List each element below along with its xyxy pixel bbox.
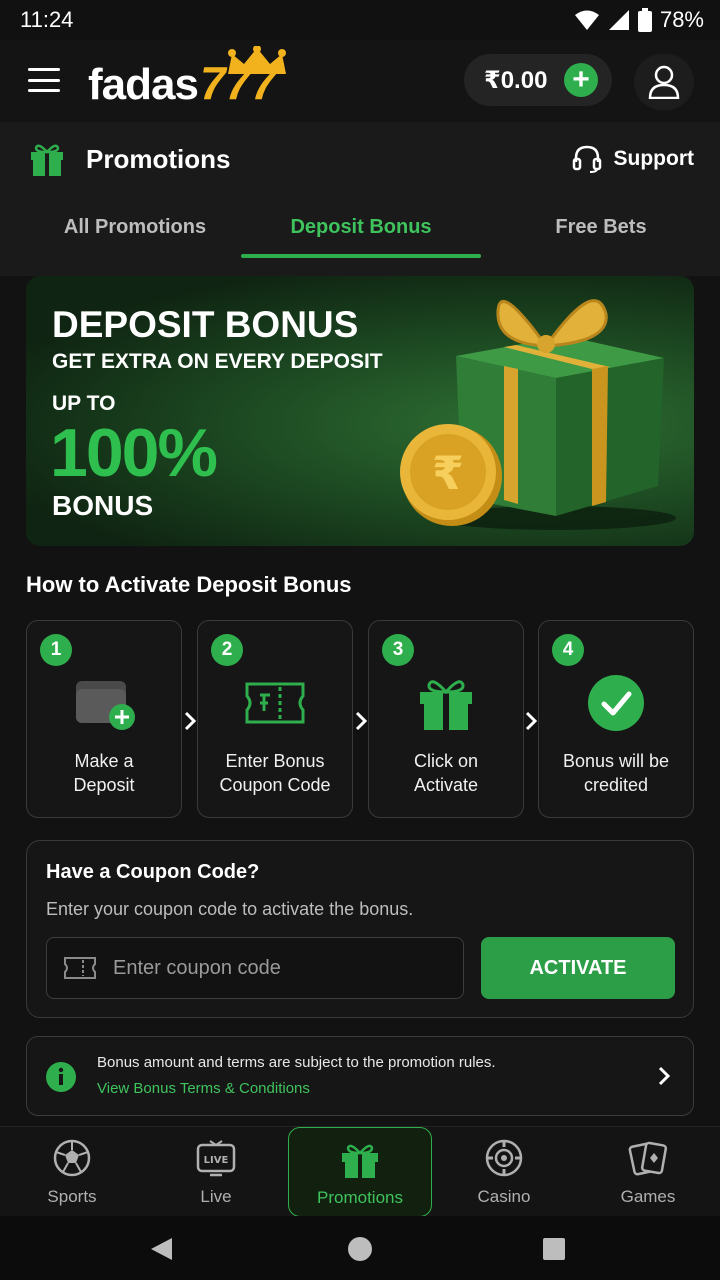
- coupon-subtitle: Enter your coupon code to activate the b…: [46, 899, 414, 919]
- banner-percent: 100%: [50, 415, 218, 491]
- profile-button[interactable]: [634, 54, 694, 110]
- battery-icon: [637, 8, 652, 32]
- deposit-bonus-banner[interactable]: DEPOSIT BONUS GET EXTRA ON EVERY DEPOSIT…: [26, 276, 694, 546]
- bonus-terms-notice[interactable]: Bonus amount and terms are subject to th…: [26, 1036, 694, 1116]
- gift-icon: [420, 680, 472, 730]
- tab-all-promotions[interactable]: All Promotions: [40, 216, 230, 239]
- user-icon: [648, 65, 680, 99]
- chevron-right-icon: [355, 711, 368, 731]
- status-time: 11:24: [20, 7, 74, 32]
- casino-chip-icon: [485, 1139, 523, 1177]
- cell-signal-icon: [608, 10, 629, 30]
- wallet-plus-icon: [76, 681, 135, 730]
- step-make-deposit: 1 Make a Deposit: [26, 620, 182, 818]
- nav-label: Live: [200, 1187, 232, 1206]
- support-button[interactable]: Support: [572, 144, 694, 174]
- back-icon[interactable]: [148, 1236, 174, 1262]
- step-label-line2: Activate: [413, 775, 479, 795]
- terms-text: Bonus amount and terms are subject to th…: [97, 1054, 496, 1071]
- nav-casino[interactable]: Casino: [432, 1127, 576, 1217]
- chevron-right-icon: [184, 711, 197, 731]
- gift-icon: [31, 144, 63, 176]
- terms-link[interactable]: View Bonus Terms & Conditions: [97, 1080, 310, 1097]
- live-tv-icon: LIVE: [196, 1140, 236, 1177]
- step-label-line2: Deposit: [73, 775, 135, 795]
- nav-promotions[interactable]: Promotions: [288, 1127, 432, 1217]
- svg-text:₹: ₹: [432, 446, 464, 500]
- coupon-title: Have a Coupon Code?: [46, 861, 260, 883]
- headset-icon: [572, 145, 601, 173]
- nav-label: Sports: [47, 1187, 97, 1206]
- bottom-navigation: Sports LIVE Live Promotions Casino Games: [0, 1126, 720, 1217]
- menu-icon[interactable]: [28, 68, 60, 92]
- nav-sports[interactable]: Sports: [0, 1127, 144, 1217]
- coupon-code-input[interactable]: [113, 956, 413, 980]
- cards-icon: [628, 1141, 668, 1176]
- banner-upto: UP TO: [52, 392, 116, 415]
- step-click-activate: 3 Click on Activate: [368, 620, 524, 818]
- nav-label: Promotions: [317, 1188, 403, 1207]
- wallet-balance[interactable]: ₹0.00 +: [464, 54, 612, 106]
- banner-subtitle: GET EXTRA ON EVERY DEPOSIT: [52, 350, 383, 373]
- status-icons: 78%: [574, 7, 704, 33]
- home-icon[interactable]: [347, 1236, 373, 1262]
- step-label-line1: Bonus will be: [562, 751, 670, 771]
- step-label-line1: Enter Bonus: [225, 751, 325, 771]
- status-bar: 11:24 78%: [0, 0, 720, 40]
- info-icon: [46, 1062, 76, 1092]
- howto-title: How to Activate Deposit Bonus: [26, 572, 352, 597]
- logo[interactable]: fadas 777: [88, 46, 286, 110]
- ticket-icon: [245, 682, 305, 724]
- nav-label: Games: [620, 1187, 676, 1206]
- gift-coin-illustration: ₹: [400, 299, 676, 530]
- recents-icon[interactable]: [542, 1237, 566, 1261]
- battery-percent: 78%: [659, 7, 704, 32]
- add-funds-button[interactable]: +: [564, 63, 598, 97]
- balance-amount: ₹0.00: [484, 66, 548, 94]
- chevron-right-icon: [658, 1066, 671, 1086]
- step-enter-coupon: 2 Enter Bonus Coupon Code: [197, 620, 353, 818]
- banner-bonus: BONUS: [52, 490, 154, 521]
- tab-free-bets[interactable]: Free Bets: [506, 216, 696, 239]
- crown-icon: [228, 46, 286, 74]
- app-header: fadas 777 ₹0.00 +: [0, 40, 720, 122]
- step-number: 2: [211, 634, 243, 666]
- step-label-line2: credited: [583, 775, 649, 795]
- nav-games[interactable]: Games: [576, 1127, 720, 1217]
- tab-deposit-bonus[interactable]: Deposit Bonus: [241, 216, 481, 239]
- activate-button[interactable]: ACTIVATE: [481, 937, 675, 999]
- support-label: Support: [613, 147, 694, 170]
- wifi-icon: [574, 10, 599, 30]
- banner-title: DEPOSIT BONUS: [52, 304, 359, 345]
- page-title: Promotions: [86, 144, 231, 174]
- promotion-tabs: All Promotions Deposit Bonus Free Bets: [0, 208, 720, 260]
- promotions-header: Promotions Support All Promotions Deposi…: [0, 122, 720, 276]
- active-tab-indicator: [241, 254, 481, 258]
- step-label-line2: Coupon Code: [219, 775, 331, 795]
- step-label-line1: Click on: [413, 751, 479, 771]
- step-bonus-credited: 4 Bonus will be credited: [538, 620, 694, 818]
- nav-label: Casino: [477, 1187, 531, 1206]
- logo-word: fadas: [88, 60, 199, 109]
- nav-live[interactable]: LIVE Live: [144, 1127, 288, 1217]
- step-label-line1: Make a: [74, 751, 134, 771]
- chevron-right-icon: [525, 711, 538, 731]
- svg-text:LIVE: LIVE: [204, 1155, 229, 1166]
- gift-icon: [342, 1144, 378, 1178]
- check-circle-icon: [588, 675, 644, 731]
- step-number: 3: [382, 634, 414, 666]
- system-navigation-bar: [0, 1216, 720, 1280]
- soccer-ball-icon: [53, 1139, 91, 1177]
- step-number: 4: [552, 634, 584, 666]
- coupon-card: Have a Coupon Code? Enter your coupon co…: [26, 840, 694, 1018]
- ticket-icon: [64, 957, 96, 979]
- coupon-input-wrapper[interactable]: [46, 937, 464, 999]
- step-number: 1: [40, 634, 72, 666]
